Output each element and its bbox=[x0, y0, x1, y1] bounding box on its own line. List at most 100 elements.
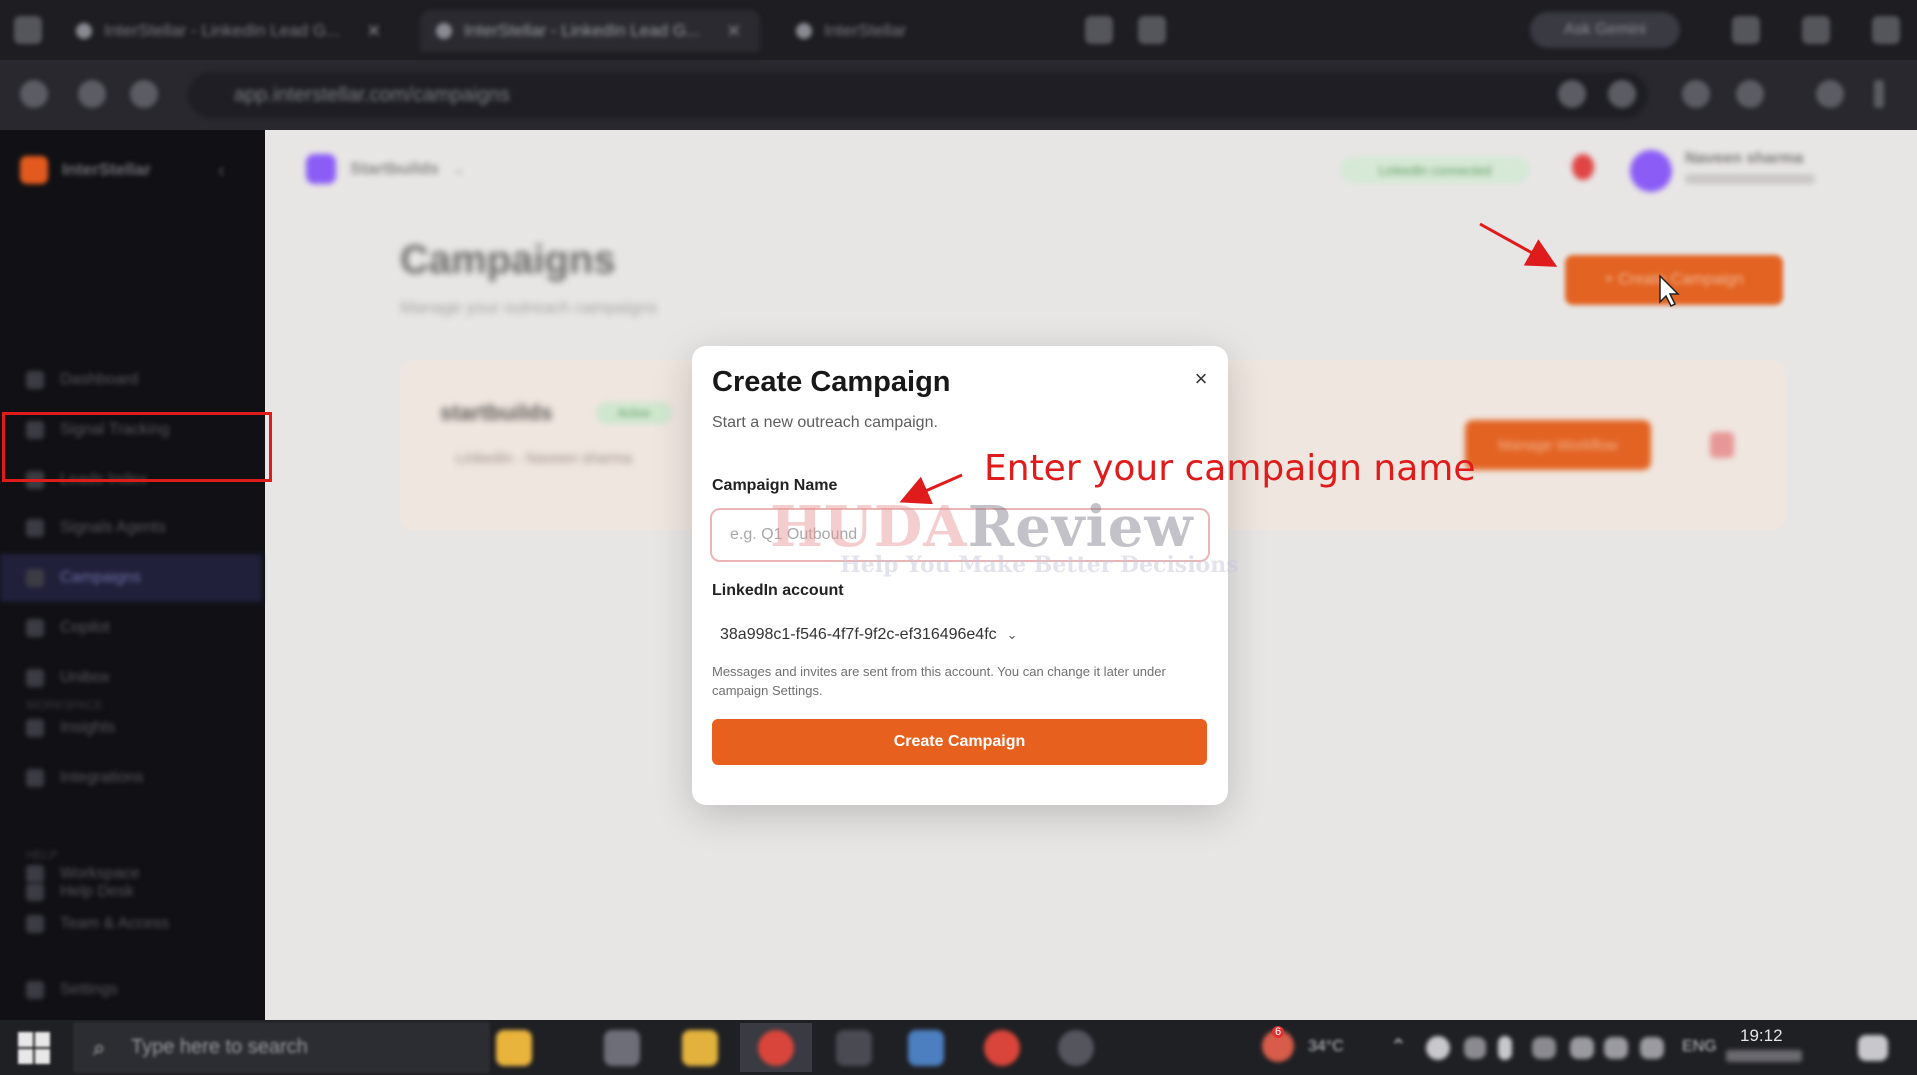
search-icon: ⌕ bbox=[93, 1035, 106, 1060]
tab-close-icon[interactable] bbox=[1085, 16, 1113, 44]
tray-icon[interactable] bbox=[1464, 1037, 1486, 1059]
sidebar: InterStellar ‹ Dashboard Signal Tracking… bbox=[0, 130, 265, 1020]
spark-icon bbox=[26, 619, 44, 637]
maximize-icon[interactable] bbox=[1802, 16, 1830, 44]
brand-name: InterStellar bbox=[62, 160, 151, 179]
profile-avatar[interactable] bbox=[1816, 80, 1844, 108]
sidebar-item-copilot[interactable]: Copilot bbox=[0, 604, 262, 652]
sidebar-item-help-desk[interactable]: Help Desk bbox=[0, 868, 262, 916]
sidebar-item-unibox[interactable]: Unibox bbox=[0, 654, 262, 702]
microphone-icon[interactable] bbox=[1498, 1036, 1512, 1060]
new-tab-icon[interactable] bbox=[1138, 16, 1166, 44]
battery-icon[interactable] bbox=[1640, 1037, 1664, 1059]
bookmark-star-icon[interactable] bbox=[1608, 80, 1636, 108]
minimize-icon[interactable] bbox=[1732, 16, 1760, 44]
wifi-icon[interactable] bbox=[1570, 1037, 1594, 1059]
tab-label: InterStellar bbox=[824, 21, 907, 40]
chart-icon bbox=[26, 719, 44, 737]
extension-icon[interactable] bbox=[1736, 80, 1764, 108]
notification-icon[interactable] bbox=[1572, 154, 1594, 180]
copilot-icon[interactable] bbox=[496, 1030, 532, 1066]
reload-icon[interactable] bbox=[130, 80, 158, 108]
user-name: Naveen sharma bbox=[1685, 150, 1804, 167]
section-label-workspace: WORKSPACE bbox=[26, 698, 104, 712]
browser-tab-2[interactable]: InterStellar - LinkedIn Lead G... ✕ bbox=[420, 10, 760, 52]
volume-icon[interactable] bbox=[1604, 1037, 1628, 1059]
tab-close-icon[interactable]: ✕ bbox=[366, 21, 381, 42]
task-view-icon[interactable] bbox=[604, 1030, 640, 1066]
gemini-button[interactable]: Ask Gemini bbox=[1530, 12, 1680, 48]
trash-icon[interactable] bbox=[1710, 432, 1734, 458]
browser-tab-bar: InterStellar - LinkedIn Lead G... ✕ Inte… bbox=[0, 0, 1917, 60]
tray-icon[interactable] bbox=[1532, 1037, 1556, 1059]
linkedin-status-badge: LinkedIn connected bbox=[1340, 156, 1530, 184]
notification-center-icon[interactable] bbox=[1858, 1035, 1888, 1061]
sidebar-item-dashboard[interactable]: Dashboard bbox=[0, 356, 262, 404]
workspace-switcher[interactable]: Startbuilds ⌄ bbox=[306, 154, 465, 184]
sidebar-item-settings[interactable]: Settings bbox=[0, 966, 262, 1014]
campaign-name-label: Campaign Name bbox=[712, 477, 838, 494]
status-badge: Active bbox=[596, 402, 672, 424]
tab-close-icon[interactable]: ✕ bbox=[726, 21, 741, 42]
notification-count-badge: 6 bbox=[1272, 1026, 1285, 1038]
windows-start-icon[interactable] bbox=[18, 1032, 50, 1064]
page-subtitle: Manage your outreach campaigns bbox=[400, 298, 658, 317]
tab-search-icon[interactable] bbox=[14, 16, 42, 44]
recorder-icon[interactable] bbox=[1058, 1030, 1094, 1066]
sidebar-item-campaigns[interactable]: Campaigns bbox=[0, 554, 262, 602]
tab-label: InterStellar - LinkedIn Lead G... bbox=[464, 21, 701, 40]
sidebar-item-integrations[interactable]: Integrations bbox=[0, 754, 262, 802]
watermark-tagline: Help You Make Better Decisions bbox=[840, 552, 1239, 578]
chrome-icon[interactable] bbox=[984, 1030, 1020, 1066]
annotation-highlight-box bbox=[2, 412, 272, 482]
inbox-icon bbox=[26, 669, 44, 687]
workspace-logo-icon bbox=[306, 154, 336, 184]
sidebar-item-signals-agents[interactable]: Signals Agents bbox=[0, 504, 262, 552]
url-field[interactable]: app.interstellar.com/campaigns bbox=[188, 72, 1648, 118]
file-explorer-icon[interactable] bbox=[682, 1030, 718, 1066]
clock-time[interactable]: 19:12 bbox=[1740, 1026, 1783, 1046]
cloud-icon[interactable] bbox=[1426, 1036, 1450, 1060]
page-title: Campaigns bbox=[400, 238, 616, 282]
user-avatar[interactable] bbox=[1630, 150, 1672, 192]
section-label-help: HELP bbox=[26, 848, 58, 862]
clock-date bbox=[1726, 1050, 1802, 1062]
collapse-sidebar-icon[interactable]: ‹ bbox=[218, 160, 225, 183]
chrome-icon[interactable] bbox=[758, 1030, 794, 1066]
app-icon[interactable] bbox=[836, 1030, 872, 1066]
annotation-text: Enter your campaign name bbox=[984, 448, 1476, 489]
more-menu-icon[interactable] bbox=[1874, 80, 1884, 108]
plug-icon bbox=[26, 769, 44, 787]
new-campaign-button[interactable]: + Create Campaign bbox=[1565, 255, 1783, 305]
close-icon[interactable]: × bbox=[1186, 364, 1216, 394]
temperature: 34°C bbox=[1308, 1038, 1344, 1055]
agent-icon bbox=[26, 519, 44, 537]
linkedin-account-select[interactable]: 38a998c1-f546-4f7f-9f2c-ef316496e4fc ⌄ bbox=[710, 614, 1066, 656]
campaign-name: startbuilds bbox=[440, 400, 553, 425]
chevron-down-icon: ⌄ bbox=[1006, 627, 1018, 642]
tray-chevron-up-icon[interactable]: ⌃ bbox=[1390, 1034, 1407, 1059]
brand[interactable]: InterStellar bbox=[20, 156, 151, 184]
modal-subtitle: Start a new outreach campaign. bbox=[712, 414, 938, 431]
app-icon[interactable] bbox=[908, 1030, 944, 1066]
windows-taskbar: ⌕ Type here to search 6 34°C ⌃ ENG 19:12 bbox=[0, 1020, 1917, 1075]
chevron-down-icon: ⌄ bbox=[452, 160, 465, 177]
language-indicator[interactable]: ENG bbox=[1682, 1038, 1717, 1056]
browser-tab-3[interactable]: InterStellar bbox=[780, 10, 1120, 52]
manage-workflow-button[interactable]: Manage Workflow bbox=[1465, 420, 1651, 470]
zoom-icon[interactable] bbox=[1558, 80, 1586, 108]
gear-icon bbox=[26, 981, 44, 999]
help-icon bbox=[26, 883, 44, 901]
brand-logo-icon bbox=[20, 156, 48, 184]
back-icon[interactable] bbox=[20, 80, 48, 108]
linkedin-account-value: 38a998c1-f546-4f7f-9f2c-ef316496e4fc bbox=[720, 626, 997, 643]
browser-tab-1[interactable]: InterStellar - LinkedIn Lead G... ✕ bbox=[60, 10, 400, 52]
modal-title: Create Campaign bbox=[712, 366, 951, 398]
users-icon bbox=[26, 915, 44, 933]
window-close-icon[interactable] bbox=[1872, 16, 1900, 44]
extension-icon[interactable] bbox=[1682, 80, 1710, 108]
forward-icon[interactable] bbox=[78, 80, 106, 108]
taskbar-search-input[interactable]: ⌕ Type here to search bbox=[74, 1023, 489, 1072]
create-campaign-button[interactable]: Create Campaign bbox=[712, 719, 1207, 765]
linkedin-account-label: LinkedIn account bbox=[712, 582, 844, 599]
